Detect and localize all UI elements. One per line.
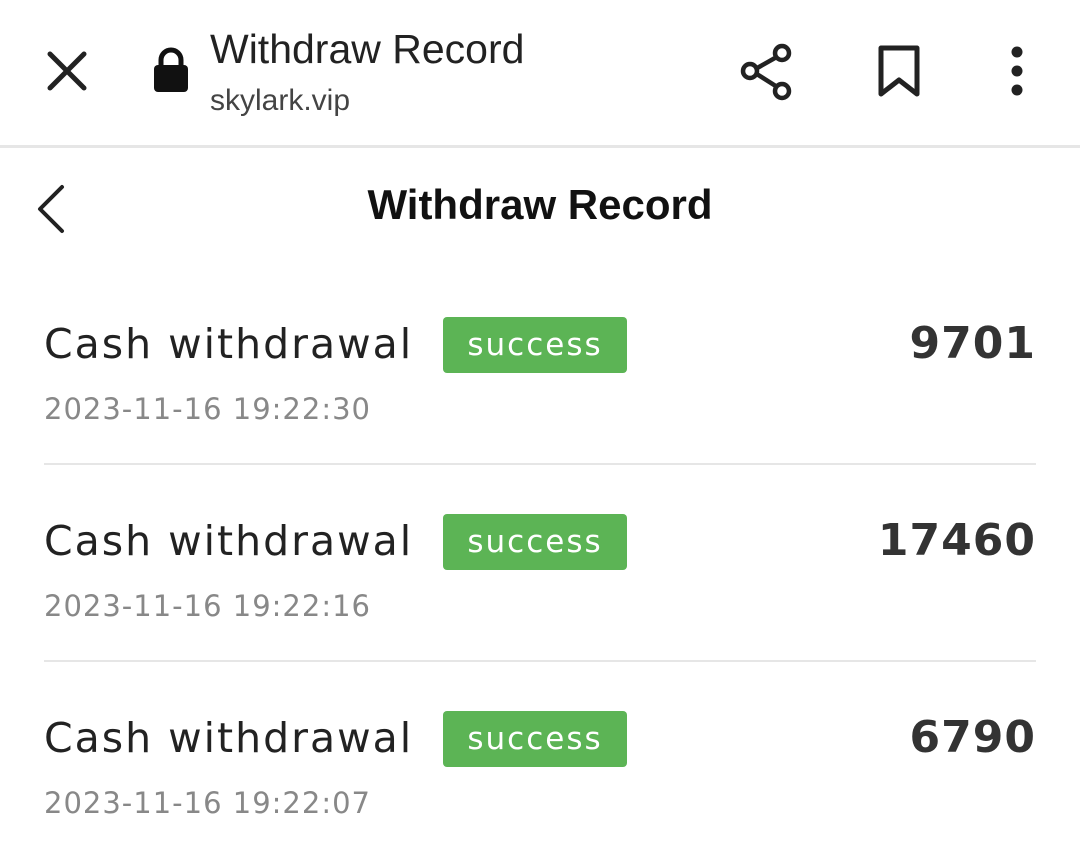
more-options-button[interactable] bbox=[996, 40, 1038, 102]
record-time: 2023-11-16 19:22:30 bbox=[44, 392, 371, 426]
share-icon bbox=[740, 43, 792, 101]
list-item[interactable]: Cash withdrawal success 6790 2023-11-16 … bbox=[44, 662, 1036, 859]
status-badge: success bbox=[443, 711, 627, 767]
record-type: Cash withdrawal bbox=[44, 517, 414, 565]
url-domain: skylark.vip bbox=[210, 84, 351, 117]
share-button[interactable] bbox=[736, 40, 796, 102]
record-time: 2023-11-16 19:22:16 bbox=[44, 589, 371, 623]
bookmark-icon bbox=[878, 45, 920, 97]
bookmark-button[interactable] bbox=[872, 40, 926, 102]
close-icon bbox=[47, 51, 87, 91]
record-amount: 6790 bbox=[909, 712, 1036, 763]
record-type: Cash withdrawal bbox=[44, 320, 414, 368]
more-vertical-icon bbox=[1011, 46, 1023, 96]
lock-icon bbox=[154, 47, 188, 92]
list-item[interactable]: Cash withdrawal success 9701 2023-11-16 … bbox=[44, 268, 1036, 465]
page-header: Withdraw Record bbox=[0, 151, 1080, 263]
page-title: Withdraw Record bbox=[367, 181, 713, 228]
record-amount: 17460 bbox=[877, 515, 1036, 566]
record-time: 2023-11-16 19:22:07 bbox=[44, 786, 371, 820]
list-item[interactable]: Cash withdrawal success 17460 2023-11-16… bbox=[44, 465, 1036, 662]
record-type: Cash withdrawal bbox=[44, 714, 414, 762]
withdraw-record-list: Cash withdrawal success 9701 2023-11-16 … bbox=[44, 268, 1036, 859]
browser-toolbar: Withdraw Record skylark.vip bbox=[0, 0, 1080, 148]
status-badge: success bbox=[443, 514, 627, 570]
close-button[interactable] bbox=[36, 40, 98, 102]
url-title: Withdraw Record bbox=[210, 26, 525, 72]
record-amount: 9701 bbox=[909, 318, 1036, 369]
status-badge: success bbox=[443, 317, 627, 373]
